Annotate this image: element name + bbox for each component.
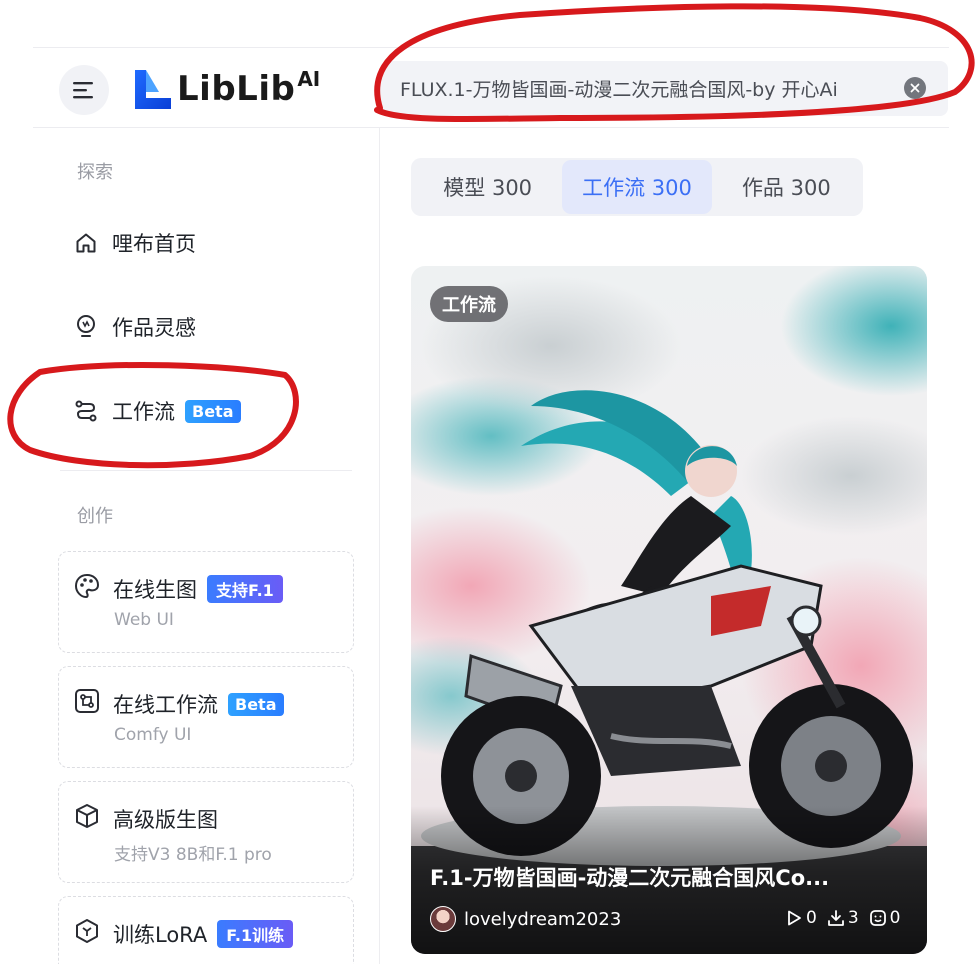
card-online-workflow-subtitle: Comfy UI <box>114 725 192 745</box>
tab-works[interactable]: 作品 300 <box>712 160 861 214</box>
post-title[interactable]: F.1-万物皆国画-动漫二次元融合国风Co... <box>430 862 908 892</box>
nav-workflow-label: 工作流 <box>112 400 175 424</box>
card-advanced-generate[interactable]: 高级版生图 支持V3 8B和F.1 pro <box>58 781 354 883</box>
clear-search-button[interactable] <box>904 77 926 99</box>
logo-text: LibLib <box>177 69 296 109</box>
downloads-stat: 3 <box>827 908 859 928</box>
card-train-lora[interactable]: 训练LoRA F.1训练 <box>58 896 354 964</box>
nav-workflow[interactable]: 工作流 Beta <box>72 386 241 436</box>
download-icon <box>827 910 844 926</box>
section-explore-label: 探索 <box>77 162 113 183</box>
downloads-count: 3 <box>847 908 859 928</box>
card-train-lora-title-row: 训练LoRA F.1训练 <box>113 919 294 949</box>
author-avatar[interactable] <box>430 906 456 932</box>
workflow-result-card[interactable]: 工作流 F.1-万物皆国画-动漫二次元融合国风Co... lovelydream… <box>411 266 927 954</box>
lightbulb-icon <box>72 313 100 341</box>
nav-home[interactable]: 哩布首页 <box>72 218 196 268</box>
menu-button[interactable] <box>59 65 109 115</box>
card-advanced-generate-subtitle: 支持V3 8B和F.1 pro <box>114 845 272 865</box>
home-icon <box>72 229 100 257</box>
search-input[interactable]: FLUX.1-万物皆国画-动漫二次元融合国风-by 开心Ai <box>400 75 900 102</box>
palette-icon <box>73 572 101 600</box>
beta-badge: Beta <box>185 399 241 423</box>
card-online-generate-subtitle: Web UI <box>114 610 174 630</box>
cube-icon <box>73 802 101 830</box>
result-tabs: 模型 300 工作流 300 作品 300 <box>411 158 863 216</box>
section-create-label: 创作 <box>77 506 113 527</box>
likes-stat: 0 <box>869 908 901 928</box>
card-online-generate-title: 在线生图 <box>113 578 197 602</box>
card-advanced-generate-title-row: 高级版生图 <box>113 804 218 834</box>
likes-count: 0 <box>889 908 901 928</box>
card-online-workflow-title: 在线工作流 <box>113 693 218 717</box>
search-box[interactable]: FLUX.1-万物皆国画-动漫二次元融合国风-by 开心Ai <box>380 61 948 116</box>
f1-train-badge: F.1训练 <box>217 920 294 948</box>
nav-home-label: 哩布首页 <box>112 232 196 256</box>
f1-support-badge: 支持F.1 <box>207 575 283 603</box>
card-online-generate[interactable]: 在线生图 支持F.1 Web UI <box>58 551 354 653</box>
tab-models[interactable]: 模型 300 <box>413 160 562 214</box>
post-stats: 0 3 0 <box>785 908 900 928</box>
header-top-divider <box>33 47 949 48</box>
runs-stat: 0 <box>785 908 817 928</box>
post-author[interactable]: lovelydream2023 <box>430 906 621 932</box>
card-online-generate-title-row: 在线生图 支持F.1 <box>113 574 283 604</box>
workflow-icon <box>72 397 100 425</box>
tab-workflows[interactable]: 工作流 300 <box>562 160 712 214</box>
card-online-workflow[interactable]: 在线工作流 Beta Comfy UI <box>58 666 354 768</box>
liblib-logo[interactable]: LibLib AI <box>133 66 320 112</box>
hexagon-icon <box>73 917 101 945</box>
runs-count: 0 <box>806 908 817 928</box>
logo-suffix: AI <box>297 67 321 91</box>
card-advanced-generate-title: 高级版生图 <box>113 808 218 832</box>
nav-inspiration[interactable]: 作品灵感 <box>72 302 196 352</box>
sidebar-divider <box>60 470 352 471</box>
close-icon <box>910 83 920 93</box>
smile-icon <box>869 910 886 926</box>
card-train-lora-title: 训练LoRA <box>113 923 208 947</box>
beta-badge: Beta <box>228 692 284 716</box>
card-online-workflow-title-row: 在线工作流 Beta <box>113 689 284 719</box>
workflow-tag: 工作流 <box>430 286 508 322</box>
hamburger-icon <box>73 82 93 99</box>
author-name[interactable]: lovelydream2023 <box>464 909 621 930</box>
nav-inspiration-label: 作品灵感 <box>112 316 196 340</box>
logo-mark-icon <box>135 70 171 109</box>
comfy-icon <box>73 687 101 715</box>
play-icon <box>788 910 801 926</box>
